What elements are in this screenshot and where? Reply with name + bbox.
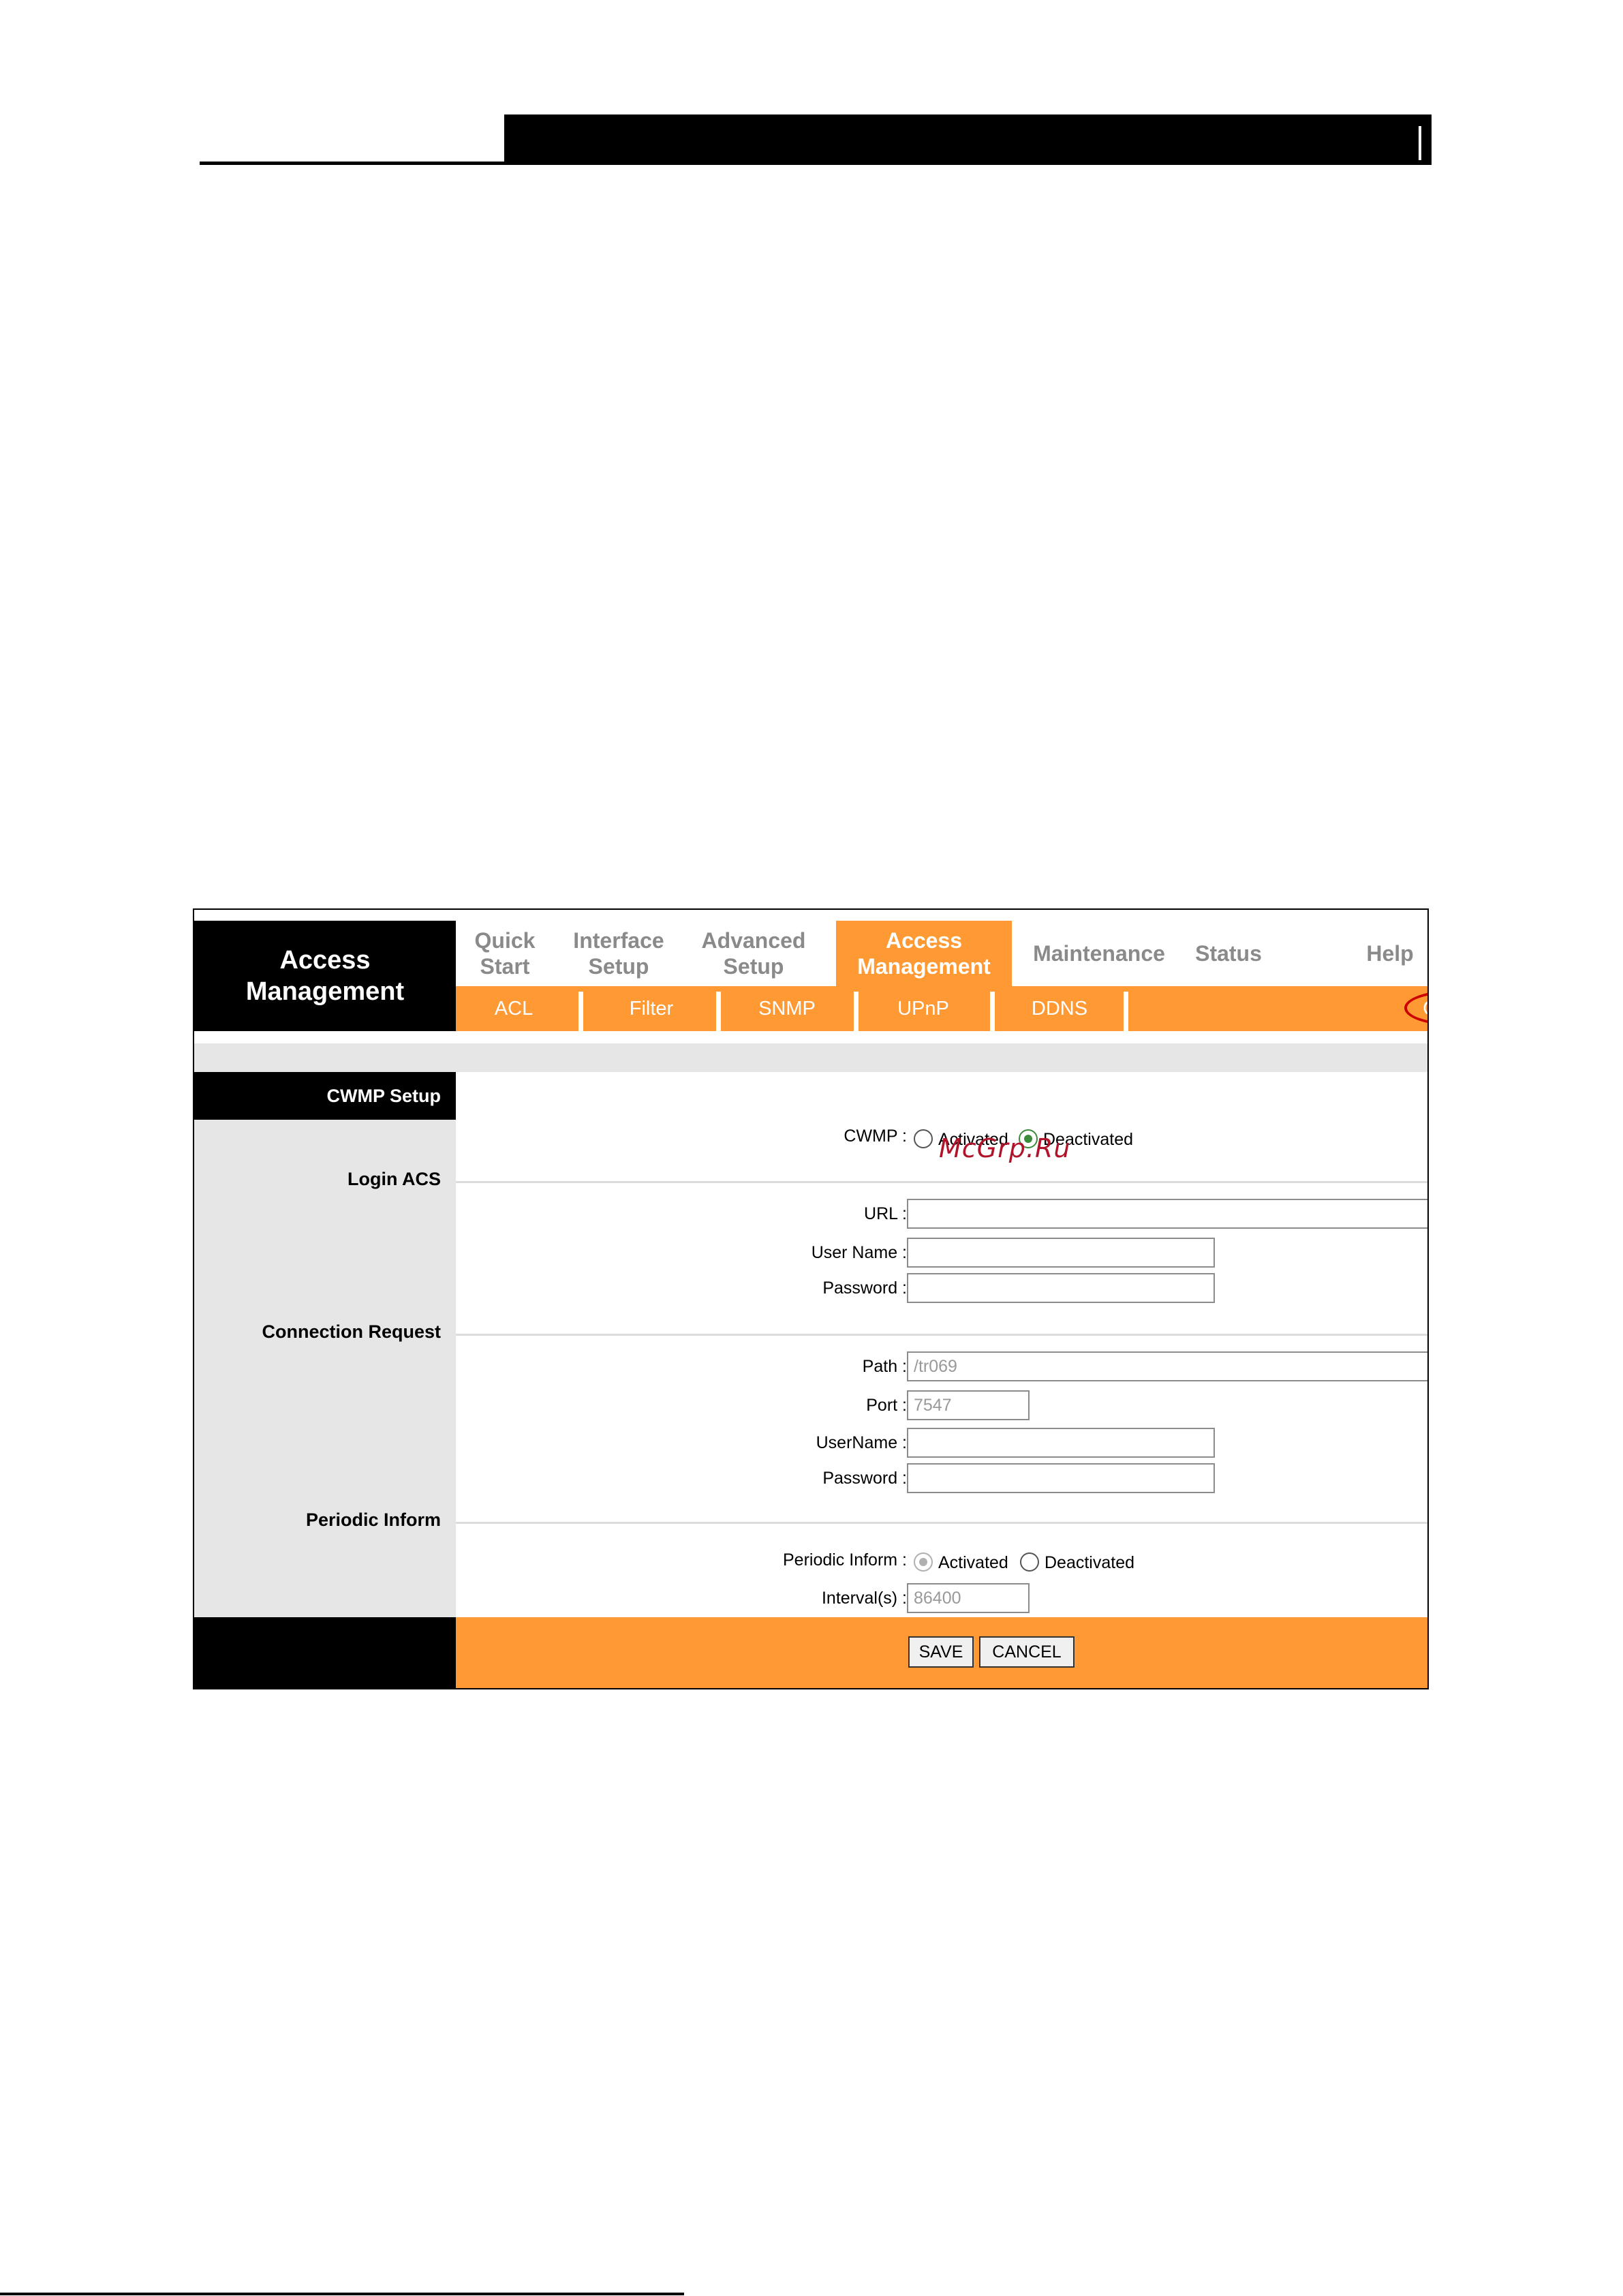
left-label-column: [194, 1072, 456, 1617]
cr-password-label: Password :: [822, 1469, 907, 1488]
connection-request-heading: Connection Request: [262, 1321, 441, 1342]
periodic-inform-label: Periodic Inform :: [782, 1550, 907, 1570]
tab-access-management[interactable]: Access Management: [836, 921, 1012, 986]
acs-username-input[interactable]: [907, 1238, 1215, 1268]
divider: [456, 1522, 1427, 1524]
acs-password-input[interactable]: [907, 1273, 1215, 1303]
path-input[interactable]: [907, 1351, 1427, 1381]
divider: [456, 1181, 1427, 1183]
url-input[interactable]: [907, 1199, 1427, 1229]
cwmp-activated-radio[interactable]: [914, 1129, 933, 1148]
cr-username-input[interactable]: [907, 1428, 1215, 1458]
watermark-text: McGrp.Ru: [939, 1133, 1071, 1163]
section-logo: Access Management: [194, 921, 456, 1031]
port-label: Port :: [866, 1396, 907, 1415]
subtab-filter[interactable]: Filter: [583, 986, 720, 1031]
tab-status[interactable]: Status: [1181, 921, 1276, 986]
cr-password-input[interactable]: [907, 1463, 1215, 1493]
subtab-separator: [1124, 992, 1128, 1031]
router-ui-screenshot: Access Management Quick Start Interface …: [193, 908, 1429, 1689]
spacer-strip: [194, 1043, 1427, 1072]
page-header-tick: [1419, 126, 1421, 160]
interval-label: Interval(s) :: [821, 1589, 907, 1608]
interval-input[interactable]: [907, 1583, 1030, 1613]
acs-username-label: User Name :: [811, 1243, 907, 1262]
periodic-activated-radio[interactable]: [914, 1552, 933, 1572]
page-header-bar: [504, 114, 1432, 165]
divider: [456, 1334, 1427, 1336]
port-input[interactable]: [907, 1390, 1030, 1420]
periodic-deactivated-radio[interactable]: [1020, 1552, 1039, 1572]
subtab-separator: [716, 992, 721, 1031]
save-button[interactable]: SAVE: [908, 1636, 974, 1668]
cwmp-label: CWMP :: [844, 1127, 907, 1146]
subtab-ddns[interactable]: DDNS: [995, 986, 1124, 1031]
tab-maintenance[interactable]: Maintenance: [1024, 921, 1174, 986]
sub-navigation: ACL Filter SNMP UPnP DDNS CWMP: [456, 986, 1427, 1031]
periodic-deactivated-label: Deactivated: [1045, 1553, 1135, 1572]
subtab-separator: [854, 992, 859, 1031]
subtab-separator: [578, 992, 583, 1031]
tab-quick-start[interactable]: Quick Start: [456, 921, 554, 986]
subtab-snmp[interactable]: SNMP: [721, 986, 853, 1031]
cr-username-label: UserName :: [816, 1433, 907, 1452]
page-header-line: [200, 162, 1432, 165]
subtab-separator: [990, 992, 995, 1031]
section-title: CWMP Setup: [194, 1072, 456, 1120]
subtab-acl[interactable]: ACL: [456, 986, 572, 1031]
subtab-upnp[interactable]: UPnP: [859, 986, 988, 1031]
logo-line-1: Access: [279, 946, 371, 975]
tab-help[interactable]: Help: [1352, 921, 1427, 986]
periodic-activated-label: Activated: [938, 1553, 1008, 1572]
page-footer-line: [0, 2293, 684, 2295]
tab-advanced-setup[interactable]: Advanced Setup: [683, 921, 824, 986]
path-label: Path :: [862, 1357, 907, 1376]
footer-left: [194, 1617, 456, 1688]
periodic-inform-heading: Periodic Inform: [305, 1510, 441, 1530]
url-label: URL :: [864, 1204, 907, 1223]
cancel-button[interactable]: CANCEL: [979, 1636, 1075, 1668]
logo-line-2: Management: [245, 977, 405, 1006]
login-acs-heading: Login ACS: [347, 1169, 441, 1189]
acs-password-label: Password :: [822, 1279, 907, 1298]
tab-interface-setup[interactable]: Interface Setup: [554, 921, 683, 986]
